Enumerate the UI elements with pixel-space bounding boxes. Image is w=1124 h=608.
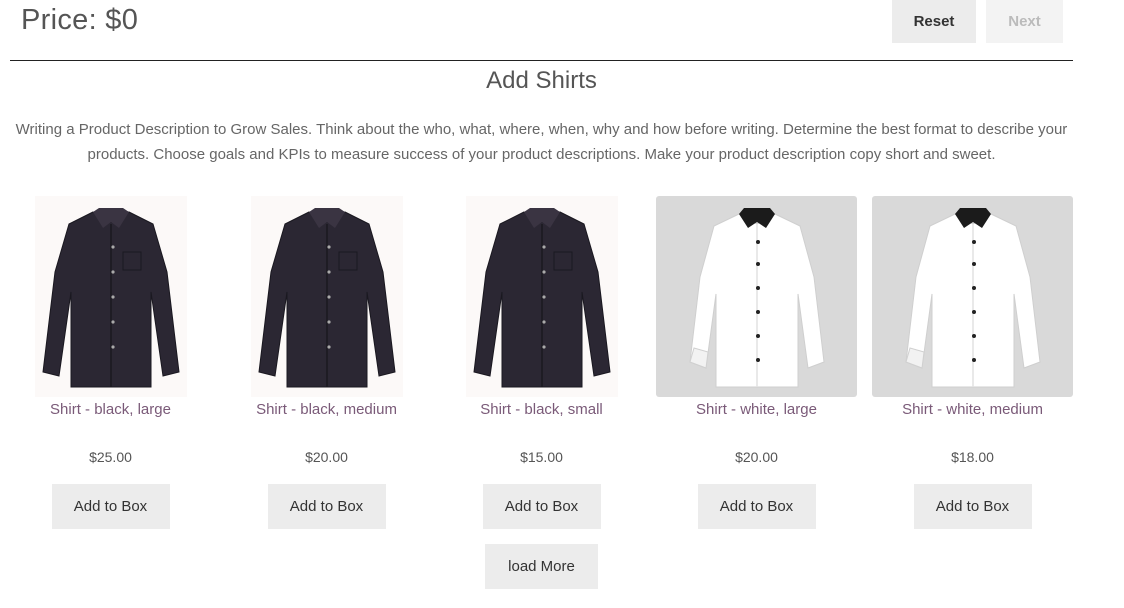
white-shirt-image[interactable] bbox=[872, 196, 1073, 397]
section-title: Add Shirts bbox=[486, 67, 597, 94]
product-name[interactable]: Shirt - black, medium bbox=[225, 401, 428, 421]
next-button[interactable]: Next bbox=[986, 0, 1063, 43]
section-description: Writing a Product Description to Grow Sa… bbox=[15, 121, 1068, 163]
product-name[interactable]: Shirt - white, large bbox=[656, 401, 857, 421]
product-card: Shirt - black, small $15.00 Add to Box bbox=[440, 196, 643, 529]
header-divider bbox=[10, 60, 1073, 61]
product-card: Shirt - black, large $25.00 Add to Box bbox=[9, 196, 212, 529]
load-more-button[interactable]: load More bbox=[485, 544, 598, 589]
product-card: Shirt - black, medium $20.00 Add to Box bbox=[225, 196, 428, 529]
price-display: Price: $0 bbox=[21, 4, 139, 36]
add-to-box-button[interactable]: Add to Box bbox=[267, 484, 386, 529]
shirt-icon bbox=[257, 207, 396, 387]
reset-button[interactable]: Reset bbox=[892, 0, 976, 43]
black-shirt-image[interactable] bbox=[465, 196, 618, 397]
shirt-icon bbox=[904, 207, 1041, 387]
shirt-icon bbox=[688, 207, 825, 387]
black-shirt-image[interactable] bbox=[250, 196, 403, 397]
shirt-icon bbox=[472, 207, 611, 387]
shirt-icon bbox=[41, 207, 180, 387]
black-shirt-image[interactable] bbox=[34, 196, 187, 397]
product-name[interactable]: Shirt - white, medium bbox=[872, 401, 1073, 421]
product-price: $20.00 bbox=[305, 449, 348, 465]
product-card: Shirt - white, large $20.00 Add to Box bbox=[656, 196, 857, 529]
product-name[interactable]: Shirt - black, small bbox=[440, 401, 643, 421]
product-price: $18.00 bbox=[951, 449, 994, 465]
product-price: $20.00 bbox=[735, 449, 778, 465]
product-card: Shirt - white, medium $18.00 Add to Box bbox=[872, 196, 1073, 529]
add-to-box-button[interactable]: Add to Box bbox=[697, 484, 816, 529]
product-price: $15.00 bbox=[520, 449, 563, 465]
product-name[interactable]: Shirt - black, large bbox=[9, 401, 212, 421]
product-price: $25.00 bbox=[89, 449, 132, 465]
white-shirt-image[interactable] bbox=[656, 196, 857, 397]
add-to-box-button[interactable]: Add to Box bbox=[482, 484, 601, 529]
add-to-box-button[interactable]: Add to Box bbox=[913, 484, 1032, 529]
add-to-box-button[interactable]: Add to Box bbox=[51, 484, 170, 529]
